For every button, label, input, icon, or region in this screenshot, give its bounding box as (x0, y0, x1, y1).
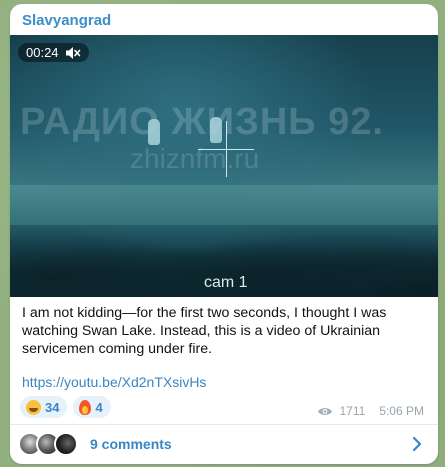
video-figure (210, 117, 222, 143)
reaction-count: 34 (45, 399, 60, 415)
message-caption: I am not kidding—for the first two secon… (22, 305, 387, 357)
avatar (54, 432, 78, 456)
speaker-muted-icon[interactable] (65, 46, 81, 60)
view-count: 1711 (339, 404, 366, 418)
video-figure (148, 119, 160, 145)
message-meta: 1711 5:06 PM (317, 404, 424, 418)
video-watermark: РАДИО ЖИЗНЬ 92. (20, 101, 384, 143)
crosshair-vertical (226, 121, 227, 177)
reactions-row: 34 4 (20, 396, 111, 418)
comments-bar[interactable]: 9 comments (10, 425, 438, 464)
video-watermark-url: zhiznfm.ru (130, 143, 260, 174)
reaction-laugh[interactable]: 34 (20, 396, 68, 418)
comments-count-label[interactable]: 9 comments (90, 436, 172, 452)
laughing-emoji-icon (26, 399, 41, 415)
video-duration-chip[interactable]: 00:24 (18, 43, 89, 62)
video-player[interactable]: РАДИО ЖИЗНЬ 92. zhiznfm.ru cam 1 00:24 (10, 35, 438, 297)
camera-label: cam 1 (204, 274, 248, 291)
reaction-count: 4 (95, 399, 103, 415)
video-duration: 00:24 (26, 45, 59, 60)
message-time: 5:06 PM (379, 404, 424, 418)
reaction-fire[interactable]: 4 (73, 396, 111, 418)
fire-emoji-icon (79, 399, 92, 415)
eye-icon (317, 406, 333, 417)
message-link[interactable]: https://youtu.be/Xd2nTXsivHs (22, 374, 206, 390)
commenter-avatars (18, 432, 88, 456)
message-bubble: Slavyangrad РАДИО ЖИЗНЬ 92. zhiznfm.ru c… (10, 4, 438, 464)
channel-name[interactable]: Slavyangrad (22, 12, 111, 29)
chevron-right-icon[interactable] (408, 435, 426, 453)
